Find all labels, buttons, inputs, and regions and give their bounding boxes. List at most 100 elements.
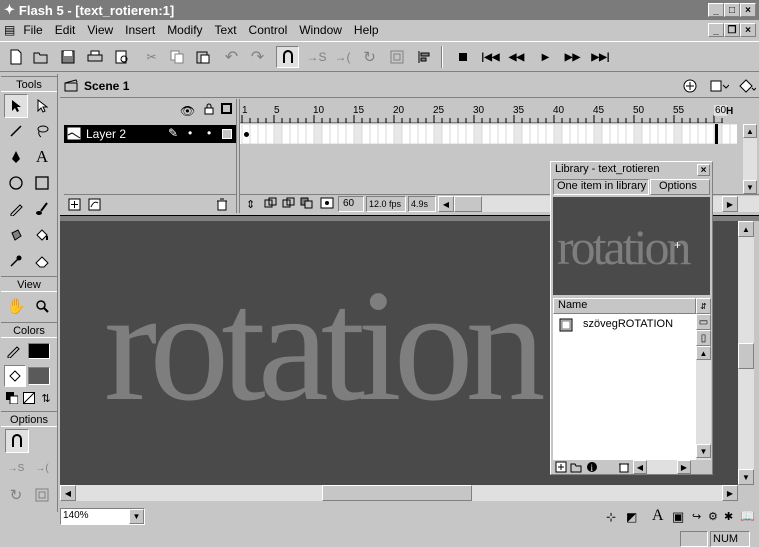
- new-folder-icon[interactable]: [570, 461, 582, 473]
- edit-multiple-frames-icon[interactable]: [300, 197, 314, 209]
- timeline-scroll-up-icon[interactable]: ▲: [743, 124, 757, 138]
- zoom-tool-icon[interactable]: [30, 294, 54, 318]
- library-close-icon[interactable]: ×: [697, 164, 710, 176]
- edit-symbols-icon[interactable]: [706, 76, 732, 96]
- new-symbol-icon[interactable]: [555, 461, 567, 473]
- go-to-end-icon[interactable]: ▶▶|: [589, 46, 612, 68]
- stop-icon[interactable]: [451, 46, 474, 68]
- hand-tool-icon[interactable]: ✋: [4, 294, 28, 318]
- stroke-color-swatch[interactable]: [28, 343, 50, 359]
- library-narrow-state-icon[interactable]: ▯: [696, 330, 711, 346]
- menu-insert[interactable]: Insert: [119, 23, 161, 37]
- library-hscroll-right-icon[interactable]: ▶: [677, 460, 691, 474]
- debugger-icon[interactable]: ✱: [724, 510, 733, 523]
- movie-explorer-icon[interactable]: ⚙: [708, 510, 718, 523]
- zoom-select[interactable]: 140% ▼: [60, 508, 145, 525]
- delete-item-trash-icon[interactable]: [618, 461, 630, 473]
- keyframe-dot[interactable]: [244, 132, 249, 137]
- brush-tool-icon[interactable]: [30, 197, 54, 221]
- straighten-icon[interactable]: →(: [331, 46, 354, 68]
- add-guide-layer-icon[interactable]: [88, 198, 101, 211]
- rotate-icon[interactable]: ↻: [358, 46, 381, 68]
- timeline-scroll-down-icon[interactable]: ▼: [743, 180, 757, 194]
- step-back-icon[interactable]: ◀◀: [505, 46, 528, 68]
- doc-close-button[interactable]: ×: [740, 23, 756, 37]
- actions-panel-icon[interactable]: ↪: [692, 510, 701, 523]
- rectangle-tool-icon[interactable]: [30, 171, 54, 195]
- info-panel-icon[interactable]: ⊹: [606, 510, 616, 524]
- doc-minimize-button[interactable]: _: [708, 23, 724, 37]
- stage-scroll-up-icon[interactable]: ▲: [738, 221, 754, 237]
- pencil-tool-icon[interactable]: [4, 197, 28, 221]
- lock-all-icon[interactable]: [204, 103, 214, 115]
- library-name-column-header[interactable]: Name: [553, 298, 696, 314]
- stage-scroll-left-icon[interactable]: ◀: [60, 485, 76, 501]
- stage-text-rotation[interactable]: rotation: [104, 245, 546, 445]
- mixer-panel-icon[interactable]: ◩: [626, 510, 637, 524]
- library-sort-order-icon[interactable]: ⇵: [696, 298, 711, 314]
- line-tool-icon[interactable]: [4, 119, 28, 143]
- library-scroll-up-icon[interactable]: ▲: [696, 346, 711, 360]
- lasso-tool-icon[interactable]: [30, 119, 54, 143]
- minimize-button[interactable]: _: [708, 3, 724, 17]
- menu-modify[interactable]: Modify: [161, 23, 208, 37]
- character-panel-icon[interactable]: A: [652, 507, 664, 525]
- subselect-tool-icon[interactable]: [30, 94, 54, 118]
- text-tool-icon[interactable]: A: [30, 145, 54, 169]
- menu-help[interactable]: Help: [348, 23, 385, 37]
- scale-icon[interactable]: [385, 46, 408, 68]
- paint-bucket-tool-icon[interactable]: [30, 223, 54, 247]
- show-hide-eye-icon[interactable]: 👁: [180, 104, 195, 118]
- snap-magnet-icon[interactable]: [276, 46, 299, 68]
- layer-row-layer-2[interactable]: Layer 2 ✎ • •: [64, 125, 236, 143]
- smooth-icon[interactable]: →S: [305, 46, 328, 68]
- step-forward-icon[interactable]: ▶▶: [561, 46, 584, 68]
- snap-option-magnet-icon[interactable]: [5, 429, 29, 453]
- library-hscroll-track[interactable]: [647, 460, 677, 474]
- insert-layer-icon[interactable]: [68, 198, 81, 211]
- layer-frames-row[interactable]: [240, 124, 737, 144]
- stage-hscroll-thumb[interactable]: [322, 485, 472, 501]
- scene-options-icon[interactable]: [736, 76, 758, 96]
- align-icon[interactable]: [412, 46, 435, 68]
- library-scroll-down-icon[interactable]: ▼: [696, 444, 711, 458]
- timeline-scroll-thumb[interactable]: [454, 196, 482, 212]
- onion-skin-icon[interactable]: [264, 197, 278, 209]
- onion-skin-outlines-icon[interactable]: [282, 197, 296, 209]
- edit-scene-icon[interactable]: [679, 76, 701, 96]
- copy-icon[interactable]: [165, 46, 188, 68]
- save-icon[interactable]: [56, 46, 79, 68]
- swap-colors-icon[interactable]: ⇅: [39, 391, 53, 405]
- stage-horizontal-scrollbar[interactable]: ◀ ▶: [60, 485, 738, 501]
- eraser-tool-icon[interactable]: [30, 249, 54, 273]
- no-color-icon[interactable]: [22, 391, 36, 405]
- oval-tool-icon[interactable]: [4, 171, 28, 195]
- center-frame-icon[interactable]: ⇕: [246, 198, 255, 211]
- zoom-dropdown-icon[interactable]: ▼: [129, 509, 144, 524]
- timeline-scroll-right-icon[interactable]: ▶: [722, 196, 738, 212]
- new-file-icon[interactable]: [4, 46, 27, 68]
- layer-visible-dot-icon[interactable]: •: [188, 126, 192, 140]
- modify-onion-markers-icon[interactable]: [320, 197, 334, 209]
- print-preview-icon[interactable]: [110, 46, 133, 68]
- paste-icon[interactable]: [191, 46, 214, 68]
- library-hscroll-left-icon[interactable]: ◀: [633, 460, 647, 474]
- timeline-scroll-left-icon[interactable]: ◀: [438, 196, 454, 212]
- menu-text[interactable]: Text: [209, 23, 243, 37]
- fill-color-swatch[interactable]: [28, 367, 50, 385]
- frame-ruler[interactable]: 1 5 10 15 20 25 30 35 40 45 50 55 60: [240, 103, 728, 123]
- rewind-icon[interactable]: |◀◀: [479, 46, 502, 68]
- stage-vertical-scrollbar[interactable]: ▲ ▼: [738, 221, 754, 485]
- stage-vscroll-thumb[interactable]: [738, 343, 754, 369]
- straighten-option-icon[interactable]: →(: [30, 456, 54, 480]
- library-item[interactable]: szövegROTATION: [553, 316, 694, 334]
- redo-icon[interactable]: ↷: [246, 46, 269, 68]
- layer-unlocked-dot-icon[interactable]: •: [207, 126, 211, 140]
- library-options-menu[interactable]: Options: [650, 179, 710, 195]
- outline-all-icon[interactable]: [221, 103, 232, 114]
- layer-outline-box-icon[interactable]: [222, 129, 232, 139]
- menu-window[interactable]: Window: [293, 23, 348, 37]
- dropper-tool-icon[interactable]: [4, 249, 28, 273]
- stage-scroll-down-icon[interactable]: ▼: [738, 469, 754, 485]
- menu-control[interactable]: Control: [243, 23, 294, 37]
